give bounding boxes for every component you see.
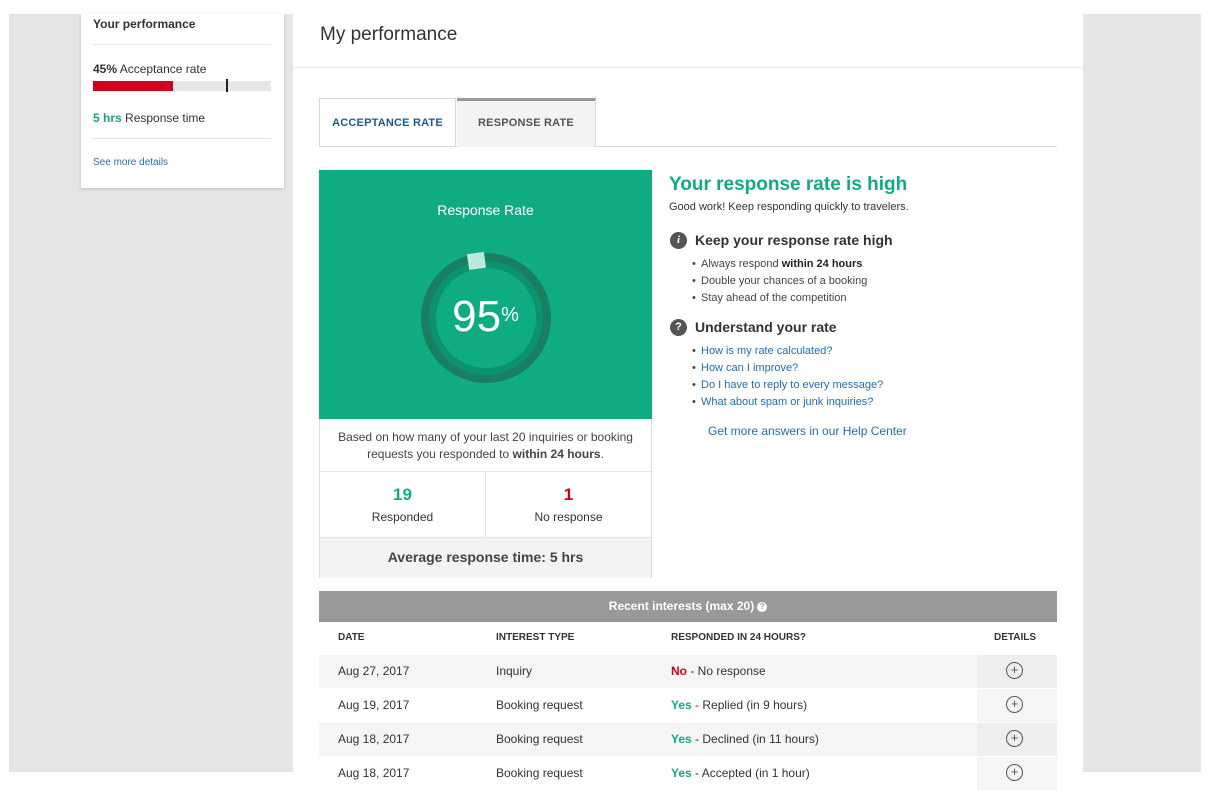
keep-bullet: Always respond within 24 hours [692, 258, 863, 270]
percent-symbol: % [501, 304, 519, 326]
status-detail: - Accepted (in 1 hour) [691, 766, 810, 780]
faq-link-improve[interactable]: How can I improve? [701, 362, 798, 374]
header-divider [293, 67, 1083, 68]
status-flag: No [671, 664, 687, 678]
response-rate-percent: 95% [319, 292, 652, 342]
expand-details-icon[interactable]: + [1006, 696, 1023, 713]
no-response-label: No response [534, 510, 603, 524]
status-flag: Yes [671, 766, 692, 780]
table-row: Aug 27, 2017 Inquiry No - No response + [319, 655, 1057, 688]
info-icon: i [670, 232, 687, 249]
acceptance-bar-fill [93, 81, 174, 91]
faq-item: Do I have to reply to every message? [692, 379, 883, 391]
understand-rate-title: Understand your rate [695, 319, 837, 335]
table-row: Aug 18, 2017 Booking request Yes - Accep… [319, 757, 1057, 790]
recent-interests-header: Recent interests (max 20)? [319, 591, 1057, 622]
keep-bullet: Stay ahead of the competition [692, 292, 847, 304]
status-flag: Yes [671, 698, 692, 712]
column-header-date: DATE [338, 632, 365, 643]
rate-explanation: Based on how many of your last 20 inquir… [320, 429, 651, 463]
acceptance-summary: 45% Acceptance rate [93, 62, 206, 76]
tab-acceptance-rate[interactable]: ACCEPTANCE RATE [319, 98, 456, 146]
acceptance-label: Acceptance rate [119, 62, 207, 76]
row-interest-type: Booking request [496, 766, 583, 780]
summary-title: Your performance [93, 17, 196, 31]
page-title: My performance [320, 24, 458, 45]
help-center-link[interactable]: Get more answers in our Help Center [708, 424, 907, 438]
expand-details-icon[interactable]: + [1006, 730, 1023, 747]
status-detail: - No response [687, 664, 766, 678]
row-date: Aug 18, 2017 [338, 766, 410, 780]
acceptance-target-marker [226, 79, 228, 92]
question-icon[interactable]: ? [757, 601, 768, 612]
divider [93, 138, 271, 139]
rate-explanation-end: . [600, 447, 604, 461]
gauge-remainder-segment [466, 251, 487, 271]
row-response-status: Yes - Declined (in 11 hours) [671, 732, 819, 746]
faq-link-spam[interactable]: What about spam or junk inquiries? [701, 396, 873, 408]
column-header-responded: RESPONDED IN 24 HOURS? [671, 632, 807, 643]
faq-item: How can I improve? [692, 362, 798, 374]
table-row: Aug 19, 2017 Booking request Yes - Repli… [319, 689, 1057, 722]
row-response-status: Yes - Replied (in 9 hours) [671, 698, 807, 712]
divider [93, 44, 271, 45]
row-interest-type: Booking request [496, 732, 583, 746]
response-value: 5 hrs [93, 111, 122, 125]
performance-summary-card: Your performance 45% Acceptance rate 5 h… [81, 14, 284, 188]
keep-bullet-text: Always respond [701, 258, 779, 270]
response-label: Response time [125, 111, 206, 125]
question-icon: ? [670, 319, 687, 336]
status-flag: Yes [671, 732, 692, 746]
status-detail: - Replied (in 9 hours) [691, 698, 808, 712]
average-response-time: Average response time: 5 hrs [387, 549, 584, 565]
keep-bullet: Double your chances of a booking [692, 275, 867, 287]
acceptance-value: 45% [93, 62, 118, 76]
response-rate-title: Response Rate [437, 202, 534, 218]
responded-count: 19 [393, 485, 412, 504]
response-rate-panel: Response Rate 95% [319, 170, 652, 419]
rate-explanation-bold: within 24 hours [512, 447, 601, 461]
faq-link-reply-every[interactable]: Do I have to reply to every message? [701, 379, 883, 391]
faq-item: How is my rate calculated? [692, 345, 832, 357]
table-row: Aug 18, 2017 Booking request Yes - Decli… [319, 723, 1057, 756]
row-date: Aug 18, 2017 [338, 732, 410, 746]
faq-item: What about spam or junk inquiries? [692, 396, 873, 408]
responded-label: Responded [371, 510, 434, 524]
no-response-count: 1 [563, 485, 574, 504]
faq-link-calculated[interactable]: How is my rate calculated? [701, 345, 832, 357]
keep-bullet-bold: within 24 hours [781, 258, 863, 270]
row-date: Aug 19, 2017 [338, 698, 410, 712]
rate-headline: Your response rate is high [669, 174, 908, 195]
row-response-status: Yes - Accepted (in 1 hour) [671, 766, 810, 780]
tab-response-rate[interactable]: RESPONSE RATE [457, 98, 596, 147]
expand-details-icon[interactable]: + [1006, 764, 1023, 781]
right-gutter [1083, 14, 1201, 772]
column-header-details: DETAILS [994, 632, 1037, 643]
row-response-status: No - No response [671, 664, 766, 678]
response-summary: 5 hrs Response time [93, 111, 205, 125]
response-rate-details: Based on how many of your last 20 inquir… [319, 419, 652, 578]
acceptance-bar [93, 79, 271, 92]
rate-subline: Good work! Keep responding quickly to tr… [669, 201, 909, 213]
column-header-interest-type: INTEREST TYPE [496, 632, 575, 643]
row-interest-type: Booking request [496, 698, 583, 712]
recent-interests-title: Recent interests (max 20) [608, 599, 755, 613]
see-more-details-link[interactable]: See more details [93, 157, 168, 168]
expand-details-icon[interactable]: + [1006, 662, 1023, 679]
status-detail: - Declined (in 11 hours) [691, 732, 819, 746]
keep-rate-high-title: Keep your response rate high [695, 232, 893, 248]
row-date: Aug 27, 2017 [338, 664, 410, 678]
response-rate-value: 95 [452, 292, 502, 341]
row-interest-type: Inquiry [496, 664, 533, 678]
